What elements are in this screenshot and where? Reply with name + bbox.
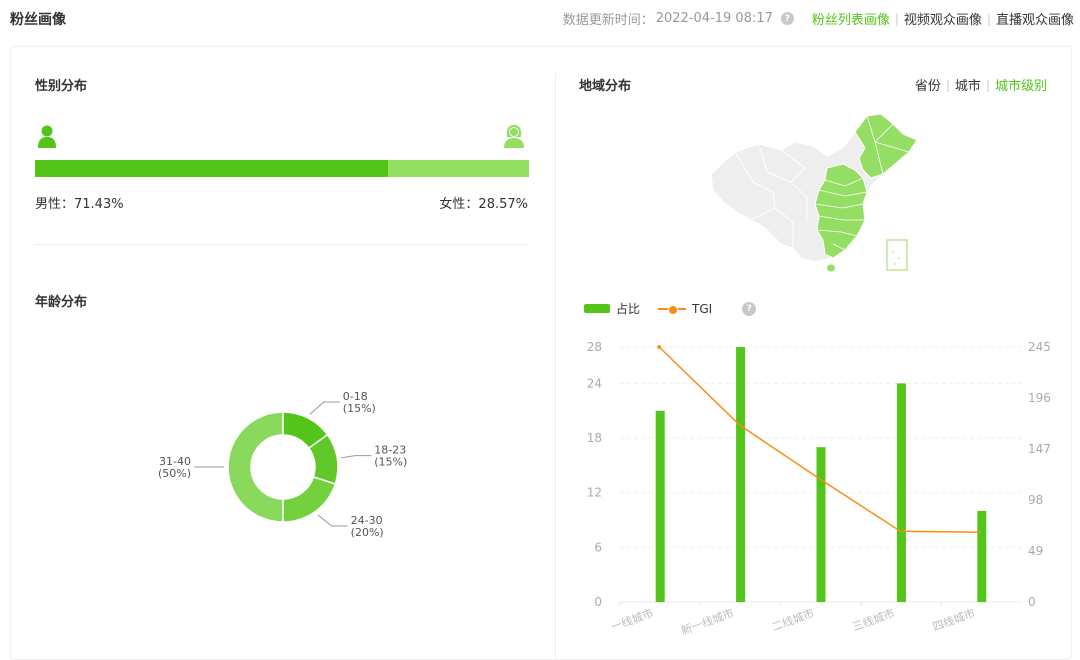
y-right-tick: 98 <box>1028 493 1043 507</box>
male-icon <box>38 125 56 148</box>
age-label-line <box>341 455 372 459</box>
y-left-tick: 12 <box>587 486 602 500</box>
bar-新一线城市[interactable] <box>736 347 746 602</box>
section-divider <box>35 244 529 245</box>
help-icon[interactable]: ? <box>780 12 794 25</box>
update-time-label: 数据更新时间： <box>562 13 654 28</box>
female-bar-segment <box>387 160 529 177</box>
bar-三线城市[interactable] <box>896 383 906 602</box>
chart-legend: 占比 TGI ? <box>584 300 757 317</box>
female-icon <box>504 125 524 148</box>
age-pct-label: (15%) <box>374 456 407 469</box>
page-header: 粉丝画像 数据更新时间： 2022-04-19 08:17 ? 粉丝列表画像 |… <box>0 0 1080 36</box>
x-tick-label: 新一线城市 <box>679 606 735 638</box>
view-video-audience[interactable]: 视频观众画像 <box>904 9 982 28</box>
legend-bar-swatch[interactable] <box>584 304 610 313</box>
page-title: 粉丝画像 <box>10 12 66 28</box>
update-time-value: 2022-04-19 08:17 <box>655 11 773 26</box>
region-section-title: 地域分布 <box>579 79 632 94</box>
age-pct-label: (50%) <box>158 467 191 480</box>
view-live-audience[interactable]: 直播观众画像 <box>996 9 1074 28</box>
separator: | <box>985 77 990 92</box>
legend-bar-label[interactable]: 占比 <box>616 300 640 317</box>
y-left-tick: 18 <box>587 431 602 445</box>
bar-四线城市[interactable] <box>977 510 987 602</box>
age-pct-label: (15%) <box>343 402 376 415</box>
y-right-tick: 196 <box>1028 391 1051 405</box>
x-tick-label: 一线城市 <box>609 606 655 634</box>
age-slice-24-30[interactable] <box>282 475 337 523</box>
legend-line-swatch[interactable] <box>658 304 687 315</box>
x-tick-label: 四线城市 <box>931 606 977 634</box>
view-switcher: 粉丝列表画像 | 视频观众画像 | 直播观众画像 <box>812 9 1074 29</box>
tab-city[interactable]: 城市 <box>955 75 981 94</box>
gender-section-title: 性别分布 <box>35 79 88 94</box>
y-left-tick: 0 <box>594 595 602 609</box>
x-tick-label: 三线城市 <box>850 606 896 634</box>
age-pct-label: (20%) <box>351 526 384 539</box>
y-left-tick: 28 <box>587 340 602 354</box>
china-map[interactable] <box>695 112 920 277</box>
map-region-hainan <box>827 264 835 272</box>
y-right-tick: 245 <box>1028 340 1051 354</box>
legend-line-label[interactable]: TGI <box>692 302 712 316</box>
age-section-title: 年龄分布 <box>35 295 88 310</box>
tgi-point[interactable] <box>657 345 662 349</box>
female-percentage: 女性：28.57% <box>439 197 528 212</box>
map-south-sea-inset <box>886 239 908 271</box>
legend-help-icon[interactable]: ? <box>742 301 757 316</box>
male-percentage: 男性：71.43% <box>35 197 124 212</box>
region-tabs: 省份 | 城市 | 城市级别 <box>915 75 1047 95</box>
map-region-northeast <box>854 113 918 179</box>
bar-一线城市[interactable] <box>655 410 665 602</box>
tab-province[interactable]: 省份 <box>915 75 941 94</box>
y-right-tick: 147 <box>1028 442 1051 456</box>
male-bar-segment <box>35 160 388 177</box>
x-tick-label: 二线城市 <box>770 606 816 634</box>
tab-city-level[interactable]: 城市级别 <box>995 75 1047 94</box>
view-fans-list[interactable]: 粉丝列表画像 <box>812 9 890 28</box>
age-donut-chart: 0-18(15%)18-23(15%)24-30(20%)31-40(50%) <box>158 390 407 539</box>
y-right-tick: 49 <box>1028 544 1043 558</box>
city-level-chart: 0 6 12 18 24 28 0 49 98 147 196 245 一线城市 新一线城市 二线城市 三线城… <box>587 340 1051 638</box>
age-label-line <box>309 401 340 415</box>
y-left-tick: 6 <box>594 540 602 554</box>
age-label-line <box>317 514 348 527</box>
separator: | <box>945 77 950 92</box>
separator: | <box>894 11 899 26</box>
separator: | <box>986 11 991 26</box>
column-divider <box>555 73 556 660</box>
y-right-tick: 0 <box>1028 595 1036 609</box>
age-slice-31-40[interactable] <box>227 411 284 523</box>
y-left-tick: 24 <box>587 376 602 390</box>
gender-ratio-bar <box>35 160 529 177</box>
header-right: 数据更新时间： 2022-04-19 08:17 ? 粉丝列表画像 | 视频观众… <box>563 9 1074 28</box>
bar-二线城市[interactable] <box>816 447 826 602</box>
